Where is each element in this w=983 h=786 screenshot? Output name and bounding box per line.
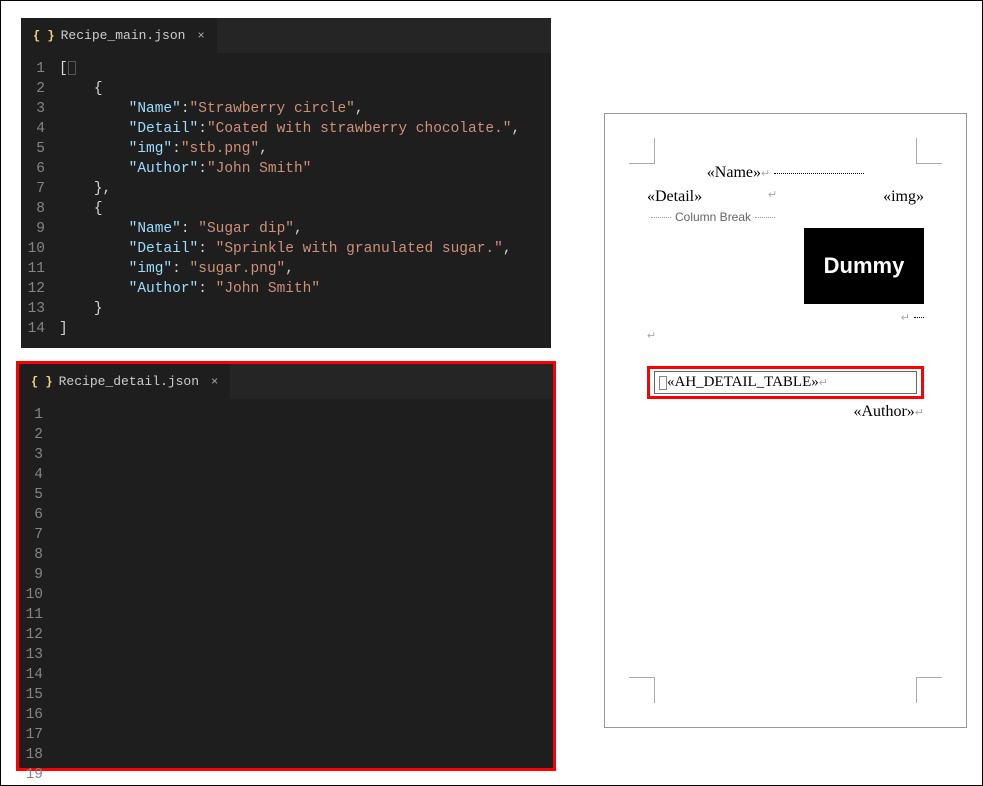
margin-corner-icon: [629, 138, 655, 164]
code-content: [57, 405, 553, 785]
column-break-marker: Column Break: [647, 210, 924, 224]
merge-field-author: «Author»: [853, 403, 914, 420]
json-file-icon: { }: [31, 375, 53, 389]
return-mark-icon: ↵: [647, 330, 656, 342]
close-icon[interactable]: ×: [205, 375, 218, 389]
detail-table-field-highlight: «AH_DETAIL_TABLE»↵: [647, 366, 924, 399]
column-break-label: Column Break: [675, 210, 751, 224]
tab-recipe-detail[interactable]: { } Recipe_detail.json ×: [19, 364, 230, 399]
template-content: «Name»↵ «Detail»↵ «img» Column Break Dum…: [647, 164, 924, 421]
template-document: «Name»↵ «Detail»↵ «img» Column Break Dum…: [604, 113, 967, 728]
margin-corner-icon: [629, 677, 655, 703]
editor-recipe-main: { } Recipe_main.json × 12345678910111213…: [21, 18, 551, 348]
return-mark-icon: ↵: [768, 188, 777, 206]
dummy-image-placeholder: Dummy: [804, 228, 924, 304]
tab-bar: { } Recipe_main.json ×: [21, 18, 551, 53]
return-mark-icon: ↵: [915, 407, 924, 419]
close-icon[interactable]: ×: [191, 29, 204, 43]
margin-corner-icon: [916, 677, 942, 703]
leader-dots: [774, 173, 864, 174]
tab-recipe-main[interactable]: { } Recipe_main.json ×: [21, 18, 217, 53]
name-field-row: «Name»↵: [647, 164, 924, 182]
merge-field-detail-table: «AH_DETAIL_TABLE»: [667, 374, 819, 390]
margin-corner-icon: [916, 138, 942, 164]
dummy-label: Dummy: [824, 253, 905, 279]
tab-bar: { } Recipe_detail.json ×: [19, 364, 553, 399]
code-area-detail[interactable]: 12345678910111213141516171819: [19, 399, 553, 785]
merge-field-name: «Name»: [707, 164, 761, 181]
merge-field-detail: «Detail»: [647, 188, 702, 206]
tab-label: Recipe_main.json: [61, 28, 186, 43]
cursor-icon: [659, 376, 667, 390]
return-mark-icon: ↵: [761, 168, 770, 180]
merge-field-img: «img»: [883, 188, 924, 206]
code-content: [ { "Name":"Strawberry circle", "Detail"…: [59, 59, 551, 339]
author-field-row: «Author»↵: [647, 403, 924, 421]
tab-label: Recipe_detail.json: [59, 374, 199, 389]
json-file-icon: { }: [33, 29, 55, 43]
line-gutter: 12345678910111213141516171819: [19, 405, 57, 785]
editor-recipe-detail: { } Recipe_detail.json × 123456789101112…: [16, 361, 556, 771]
return-mark-icon: ↵: [819, 377, 828, 389]
detail-img-row: «Detail» ↵ «img»: [647, 188, 924, 206]
code-area-main[interactable]: 1234567891011121314 [ { "Name":"Strawber…: [21, 53, 551, 339]
line-gutter: 1234567891011121314: [21, 59, 59, 339]
return-mark-icon: ↵: [901, 312, 910, 324]
